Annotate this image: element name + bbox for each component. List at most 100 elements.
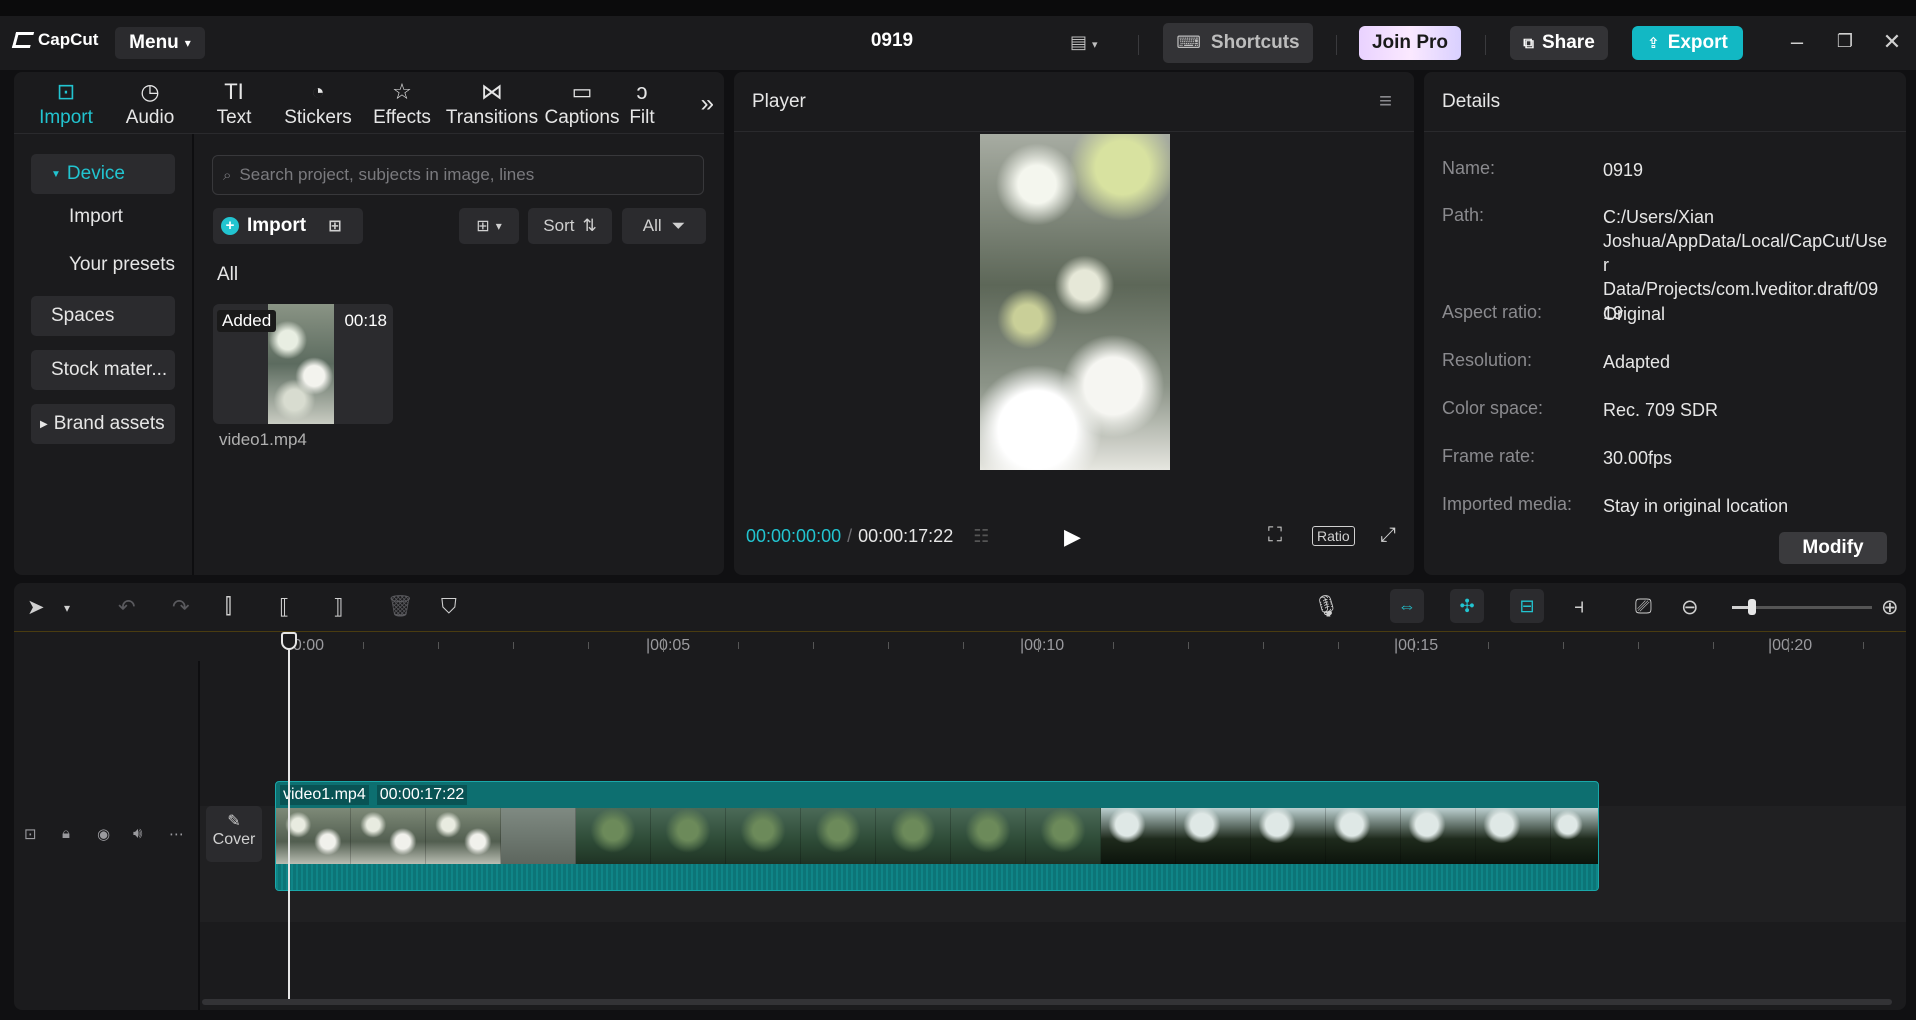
modify-button[interactable]: Modify bbox=[1779, 532, 1887, 564]
zoom-fit-icon[interactable]: ⛶ bbox=[1268, 524, 1282, 547]
layout-icon[interactable]: ▤ ▾ bbox=[1070, 32, 1098, 53]
fullscreen-icon[interactable]: ⤢ bbox=[1380, 524, 1396, 547]
trim-right-icon[interactable]: ⟧ bbox=[333, 595, 343, 620]
marker-icon[interactable]: ⛉ bbox=[441, 595, 457, 619]
chevron-down-icon[interactable]: ▾ bbox=[64, 601, 70, 615]
screenshot-icon[interactable]: ⎚ bbox=[1635, 595, 1652, 619]
playhead[interactable] bbox=[288, 635, 290, 1005]
zoom-slider-handle[interactable] bbox=[1747, 599, 1756, 615]
chevron-double-right-icon[interactable]: » bbox=[701, 90, 714, 118]
export-button[interactable]: ⇪ Export bbox=[1632, 26, 1743, 60]
eye-icon[interactable]: ◉ bbox=[97, 825, 110, 843]
minimize-icon[interactable]: – bbox=[1782, 29, 1812, 55]
sidebar-item-your-presets[interactable]: Your presets bbox=[31, 245, 175, 285]
ruler-tick bbox=[1113, 642, 1114, 649]
tab-label: Transitions bbox=[445, 107, 539, 128]
effects-icon: ☆ bbox=[392, 79, 412, 104]
trim-left-icon[interactable]: ⟦ bbox=[279, 595, 289, 620]
tab-label: Text bbox=[216, 107, 252, 128]
sidebar-item-import[interactable]: Import bbox=[31, 197, 175, 237]
clip-frame bbox=[1101, 808, 1176, 864]
sidebar-item-brand-assets[interactable]: ▶ Brand assets bbox=[31, 404, 175, 444]
timeline-list-icon[interactable]: ☷ bbox=[973, 526, 989, 547]
plus-icon: + bbox=[221, 217, 239, 235]
sidebar: ▼ Device Import Your presets Spaces Stoc… bbox=[14, 134, 194, 575]
sidebar-item-device[interactable]: ▼ Device bbox=[31, 154, 175, 194]
divider bbox=[1485, 35, 1486, 55]
detail-value: 30.00fps bbox=[1603, 448, 1673, 468]
video-preview[interactable] bbox=[980, 134, 1170, 470]
ruler-tick bbox=[1863, 642, 1864, 649]
tab-label: Captions bbox=[544, 107, 620, 128]
ruler-tick bbox=[363, 642, 364, 649]
tab-filters[interactable]: ↄ Filt bbox=[624, 72, 660, 133]
tab-text[interactable]: TI Text bbox=[192, 72, 276, 133]
horizontal-scrollbar[interactable] bbox=[202, 999, 1892, 1005]
sidebar-item-label: Spaces bbox=[51, 305, 115, 326]
ratio-button[interactable]: Ratio bbox=[1312, 526, 1355, 546]
main-track-magnet-icon[interactable]: ⇔ bbox=[1390, 589, 1424, 623]
divider bbox=[1336, 35, 1337, 55]
export-icon: ⇪ bbox=[1647, 35, 1660, 52]
more-icon[interactable]: ⋯ bbox=[169, 825, 184, 843]
track-thumbnail-icon[interactable]: ⊡ bbox=[24, 825, 37, 843]
clip-frame bbox=[951, 808, 1026, 864]
hamburger-menu-icon[interactable]: ≡ bbox=[1379, 88, 1392, 114]
tab-label: Audio bbox=[125, 107, 175, 128]
select-cursor-icon[interactable]: ➤ bbox=[27, 595, 45, 620]
restore-icon[interactable]: ❐ bbox=[1830, 31, 1860, 52]
edit-pencil-icon: ✎ bbox=[227, 813, 241, 830]
tab-captions[interactable]: ▭ Captions bbox=[540, 72, 624, 133]
details-header: Details bbox=[1424, 72, 1906, 132]
tab-audio[interactable]: ◷ Audio bbox=[108, 72, 192, 133]
join-pro-button[interactable]: Join Pro bbox=[1359, 26, 1461, 60]
time-ruler[interactable]: 00:00 |00:05 |00:10 |00:15 |00:20 bbox=[14, 631, 1906, 661]
import-button[interactable]: + Import ⊞ bbox=[213, 208, 363, 244]
share-button[interactable]: ⧉ Share bbox=[1510, 26, 1608, 60]
cover-button[interactable]: ✎ Cover bbox=[206, 806, 262, 862]
sidebar-item-stock[interactable]: Stock mater... bbox=[31, 350, 175, 390]
undo-icon[interactable]: ↶ bbox=[118, 595, 136, 620]
microphone-icon[interactable]: 🎙 bbox=[1313, 595, 1340, 619]
ruler-tick bbox=[1788, 638, 1789, 652]
qr-code-icon[interactable]: ⊞ bbox=[328, 216, 341, 236]
import-label: Import bbox=[247, 215, 307, 236]
volume-icon[interactable]: 🔊︎ bbox=[133, 825, 142, 842]
sidebar-item-label: Your presets bbox=[69, 254, 175, 275]
sidebar-item-label: Import bbox=[69, 206, 123, 227]
search-input[interactable]: ⌕ Search project, subjects in image, lin… bbox=[212, 155, 704, 195]
delete-icon[interactable]: 🗑 bbox=[387, 595, 414, 619]
ruler-tick bbox=[1488, 642, 1489, 649]
video-clip[interactable]: video1.mp4 00:00:17:22 bbox=[275, 781, 1599, 891]
preview-axis-icon[interactable]: ⫞ bbox=[1574, 595, 1585, 619]
media-item-name: video1.mp4 bbox=[219, 430, 307, 449]
zoom-in-icon[interactable]: ⊕ bbox=[1881, 595, 1899, 620]
sidebar-item-spaces[interactable]: Spaces bbox=[31, 296, 175, 336]
detail-row-color-space: Color space: Rec. 709 SDR bbox=[1442, 398, 1893, 422]
tab-import[interactable]: ⊡ Import bbox=[24, 72, 108, 133]
zoom-out-icon[interactable]: ⊖ bbox=[1681, 595, 1699, 620]
media-item[interactable]: Added 00:18 bbox=[213, 304, 393, 424]
lock-icon[interactable]: 🔒︎ bbox=[62, 825, 70, 842]
filter-label: All bbox=[642, 216, 662, 235]
tab-transitions[interactable]: ⋈ Transitions bbox=[444, 72, 540, 133]
close-icon[interactable]: ✕ bbox=[1877, 29, 1907, 55]
view-mode-button[interactable]: ⊞ ▾ bbox=[459, 208, 519, 244]
import-icon: ⊡ bbox=[56, 79, 76, 104]
detail-value: 0919 bbox=[1603, 160, 1644, 180]
split-icon[interactable]: ⫿ bbox=[225, 595, 232, 619]
tab-effects[interactable]: ☆ Effects bbox=[360, 72, 444, 133]
ruler-tick bbox=[1413, 638, 1414, 652]
clip-frame bbox=[1326, 808, 1401, 864]
shortcuts-button[interactable]: ⌨ Shortcuts bbox=[1163, 23, 1313, 63]
tab-stickers[interactable]: ◔ Stickers bbox=[276, 72, 360, 133]
redo-icon[interactable]: ↷ bbox=[172, 595, 190, 620]
detail-row-frame-rate: Frame rate: 30.00fps bbox=[1442, 446, 1893, 470]
auto-snap-icon[interactable]: ✣ bbox=[1450, 589, 1484, 623]
play-icon[interactable]: ▶ bbox=[1064, 524, 1081, 550]
clip-frame bbox=[351, 808, 426, 864]
filter-button[interactable]: All ⏷ bbox=[622, 208, 706, 244]
sort-button[interactable]: Sort ⇅ bbox=[528, 208, 612, 244]
linkage-icon[interactable]: ⊟ bbox=[1510, 589, 1544, 623]
playhead-handle[interactable] bbox=[281, 632, 297, 650]
